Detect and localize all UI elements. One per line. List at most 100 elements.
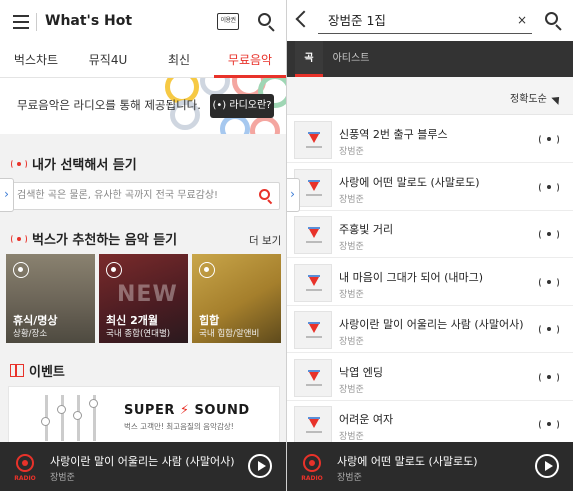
top-bar: What's Hot 이용권 — [0, 0, 286, 44]
super-sound-banner[interactable]: SUPER ⚡ SOUND 벅스 고객만! 최고음질의 음악감상! — [8, 386, 280, 444]
song-row[interactable]: 어려운 여자 장범준 — [287, 401, 573, 448]
song-row[interactable]: 주홍빛 거리장범준 — [287, 211, 573, 258]
player-artist: 장범준 — [50, 473, 75, 483]
search-bar: 장범준 1집 × — [287, 0, 573, 41]
song-artist: 장범준 — [339, 337, 364, 347]
song-artist: 장범준 — [339, 242, 364, 252]
radio-icon[interactable] — [539, 228, 559, 241]
recommend-card[interactable]: NEW 최신 2개월 국내 종합(연대별) — [99, 254, 188, 343]
song-artist: 장범준 — [339, 432, 364, 442]
play-icon[interactable] — [248, 454, 272, 478]
search-icon[interactable] — [258, 13, 276, 32]
side-handle[interactable]: › — [287, 178, 300, 212]
radio-player-bar[interactable]: RADIO 사랑에 어떤 말로도 (사말로도) 장범준 — [287, 442, 573, 491]
play-icon[interactable] — [535, 454, 559, 478]
song-title: 낙엽 엔딩 — [339, 365, 383, 379]
section-title: 이벤트 — [10, 361, 65, 380]
radio-icon — [199, 262, 215, 278]
search-icon[interactable] — [545, 12, 563, 31]
search-icon[interactable] — [259, 189, 273, 205]
banner-text: 무료음악은 라디오를 통해 제공됩니다. — [17, 98, 201, 112]
song-title: 신풍역 2번 출구 블루스 — [339, 128, 448, 141]
radio-icon[interactable] — [539, 133, 559, 146]
song-title: 사랑에 어떤 말로도 (사말로도) — [339, 175, 480, 189]
radio-icon[interactable] — [539, 276, 559, 289]
more-link[interactable]: 더 보기 — [249, 233, 281, 248]
section-title: 내가 선택해서 듣기 — [10, 154, 137, 173]
banner-title: SUPER ⚡ SOUND — [124, 403, 250, 418]
tab-music4u[interactable]: 뮤직4U — [72, 44, 144, 78]
recommend-card[interactable]: 휴식/명상 상황/장소 — [6, 254, 95, 343]
song-row[interactable]: 사랑이란 말이 어울리는 사람 (사말어사) 장범준 — [287, 306, 573, 353]
tab-bar: 벅스차트 뮤직4U 최신 무료음악 — [0, 44, 286, 78]
left-screen: What's Hot 이용권 벅스차트 뮤직4U 최신 무료음악 무료음악은 라… — [0, 0, 286, 491]
tab-latest[interactable]: 최신 — [144, 44, 214, 78]
tab-songs[interactable]: 곡 — [295, 41, 323, 77]
radio-icon[interactable] — [539, 181, 559, 194]
radio-icon — [106, 262, 122, 278]
tab-free-music[interactable]: 무료음악 — [214, 44, 286, 78]
clear-icon[interactable]: × — [517, 13, 527, 27]
album-thumbnail[interactable] — [294, 216, 332, 254]
banner-subtitle: 벅스 고객만! 최고음질의 음악감상! — [124, 422, 234, 431]
sort-dropdown[interactable]: 정확도순 — [510, 90, 547, 105]
divider — [36, 13, 37, 31]
song-row[interactable]: 사랑에 어떤 말로도 (사말로도) 장범준 — [287, 163, 573, 211]
radio-icon — [10, 233, 28, 245]
decor-slider-knob — [41, 417, 50, 426]
hamburger-icon[interactable] — [13, 15, 29, 29]
right-screen: 장범준 1집 × 곡 아티스트 정확도순 신풍역 2번 출구 블루스 장범준 사랑에… — [287, 0, 573, 491]
recommend-card[interactable]: 힙합 국내 힙합/알앤비 — [192, 254, 281, 343]
album-thumbnail[interactable] — [294, 358, 332, 397]
album-thumbnail[interactable] — [294, 311, 332, 349]
decor-slider-knob — [73, 411, 82, 420]
decor-ring — [250, 116, 280, 134]
sort-triangle-icon[interactable] — [551, 93, 563, 105]
back-icon[interactable] — [295, 10, 313, 28]
card-overlay-text: NEW — [117, 282, 178, 307]
what-is-radio-button[interactable]: (•) 라디오란? — [210, 94, 274, 118]
song-artist: 장범준 — [339, 194, 364, 205]
free-search-input[interactable]: 검색한 곡은 물론, 유사한 곡까지 전국 무료감상! — [8, 182, 280, 210]
section-title: 벅스가 추천하는 음악 듣기 — [10, 229, 177, 248]
gift-icon — [10, 364, 24, 377]
song-title: 사랑이란 말이 어울리는 사람 (사말어사) — [339, 318, 524, 331]
section-title-text: 내가 선택해서 듣기 — [32, 158, 137, 173]
radio-icon[interactable] — [539, 418, 559, 431]
voucher-icon[interactable]: 이용권 — [217, 13, 239, 30]
album-thumbnail[interactable] — [294, 263, 332, 302]
radio-player-bar[interactable]: RADIO 사랑이란 말이 어울리는 사람 (사말어사) 장범준 — [0, 442, 286, 491]
card-title: 최신 2개월 — [106, 314, 158, 327]
result-tab-bar: 곡 아티스트 — [287, 41, 573, 77]
song-row[interactable]: 신풍역 2번 출구 블루스장범준 — [287, 116, 573, 163]
song-title: 주홍빛 거리 — [339, 223, 394, 236]
search-placeholder: 검색한 곡은 물론, 유사한 곡까지 전국 무료감상! — [17, 190, 219, 201]
song-artist: 장범준 — [339, 384, 364, 395]
radio-icon: RADIO — [300, 451, 324, 483]
radio-icon[interactable] — [539, 371, 559, 384]
side-handle[interactable]: › — [0, 178, 14, 212]
decor-slider — [61, 395, 64, 441]
section-title-text: 이벤트 — [29, 365, 65, 380]
sort-bar: 정확도순 — [287, 77, 573, 115]
card-title: 휴식/명상 — [13, 314, 58, 327]
card-title: 힙합 — [199, 314, 220, 327]
player-artist: 장범준 — [337, 473, 362, 483]
radio-icon[interactable] — [539, 323, 559, 336]
radio-icon: RADIO — [13, 451, 37, 483]
radio-icon — [10, 158, 28, 170]
song-row[interactable]: 낙엽 엔딩장범준 — [287, 353, 573, 401]
song-title: 내 마음이 그대가 되어 (내마그) — [339, 270, 484, 284]
card-subtitle: 국내 종합(연대별) — [106, 329, 171, 339]
album-thumbnail[interactable] — [294, 406, 332, 444]
section-title-text: 벅스가 추천하는 음악 듣기 — [32, 233, 178, 248]
player-title: 사랑에 어떤 말로도 (사말로도) — [337, 455, 478, 468]
decor-slider-knob — [57, 405, 66, 414]
song-artist: 장범준 — [339, 147, 364, 157]
song-artist: 장범준 — [339, 289, 364, 300]
tab-artists[interactable]: 아티스트 — [329, 41, 373, 77]
song-row[interactable]: 내 마음이 그대가 되어 (내마그) 장범준 — [287, 258, 573, 306]
album-thumbnail[interactable] — [294, 121, 332, 159]
tab-bugs-chart[interactable]: 벅스차트 — [0, 44, 72, 78]
search-input[interactable]: 장범준 1집 — [318, 10, 532, 34]
